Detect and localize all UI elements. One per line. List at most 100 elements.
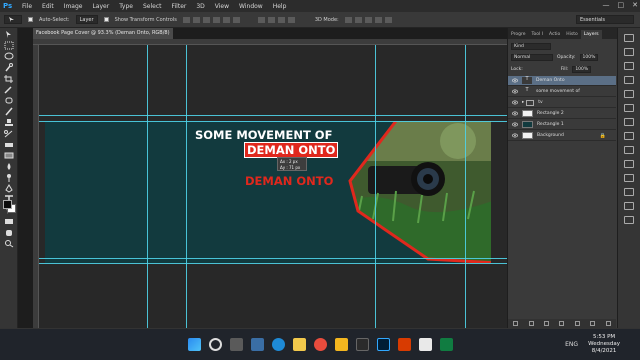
menu-file[interactable]: File: [17, 3, 37, 10]
horizontal-guide[interactable]: [39, 263, 507, 264]
brush-tool[interactable]: [3, 107, 15, 116]
layer-row[interactable]: Rectangle 2: [508, 109, 616, 119]
visibility-eye-icon[interactable]: [512, 122, 518, 127]
tab-layers[interactable]: Layers: [580, 30, 602, 39]
3d-slide-icon[interactable]: [374, 16, 382, 23]
layer-name[interactable]: some movement of: [536, 89, 580, 94]
align-top-icon[interactable]: [182, 16, 190, 23]
adjustment-layer-icon[interactable]: [559, 321, 565, 326]
app-icon[interactable]: [419, 338, 432, 351]
photoshop-taskbar-icon[interactable]: [377, 338, 390, 351]
layer-name[interactable]: Rectangle 2: [537, 111, 564, 116]
facebook-cover-canvas[interactable]: SOME MOVEMENT OF DEMAN ONTO Δx : 2 px Δy…: [45, 121, 491, 263]
menu-window[interactable]: Window: [234, 3, 268, 10]
eyedropper-tool[interactable]: [3, 85, 15, 94]
3d-roll-icon[interactable]: [354, 16, 362, 23]
visibility-eye-icon[interactable]: [512, 89, 518, 94]
app-icon[interactable]: [335, 338, 348, 351]
quick-select-tool[interactable]: [3, 63, 15, 72]
layer-row[interactable]: T some movement of: [508, 87, 616, 97]
menu-image[interactable]: Image: [59, 3, 88, 10]
layer-row[interactable]: Background 🔒: [508, 131, 616, 141]
tab-history[interactable]: Histo: [563, 30, 581, 39]
workspace-dropdown[interactable]: Essentials: [576, 15, 634, 24]
menu-edit[interactable]: Edit: [37, 3, 59, 10]
distribute-left-icon[interactable]: [287, 16, 295, 23]
blend-mode-dropdown[interactable]: Normal: [511, 54, 553, 61]
hand-tool[interactable]: [3, 228, 15, 237]
gradient-tool[interactable]: [3, 151, 15, 160]
distribute-bottom-icon[interactable]: [277, 16, 285, 23]
headline-text[interactable]: SOME MOVEMENT OF: [195, 128, 332, 142]
vertical-guide[interactable]: [147, 45, 148, 353]
add-mask-icon[interactable]: [544, 321, 550, 326]
align-bottom-icon[interactable]: [202, 16, 210, 23]
layer-row[interactable]: ▸ tv: [508, 98, 616, 108]
foreground-color-swatch[interactable]: [3, 200, 12, 209]
crop-tool[interactable]: [3, 74, 15, 83]
history-brush-tool[interactable]: [3, 129, 15, 138]
layer-name[interactable]: Rectangle 1: [537, 122, 564, 127]
brush-panel-icon[interactable]: [624, 132, 634, 140]
libraries-panel-icon[interactable]: [624, 202, 634, 210]
layer-name[interactable]: Background: [537, 133, 564, 138]
app-icon[interactable]: [356, 338, 369, 351]
link-layers-icon[interactable]: [513, 321, 519, 326]
opacity-input[interactable]: 100%: [579, 54, 599, 61]
visibility-eye-icon[interactable]: [512, 111, 518, 116]
pen-tool[interactable]: [3, 184, 15, 193]
file-explorer-icon[interactable]: [293, 338, 306, 351]
menu-select[interactable]: Select: [138, 3, 167, 10]
expand-arrow-icon[interactable]: ▸: [522, 100, 524, 105]
align-vcenter-icon[interactable]: [192, 16, 200, 23]
duplicate-text-preview[interactable]: DEMAN ONTO: [245, 174, 333, 188]
visibility-eye-icon[interactable]: [512, 100, 518, 105]
clone-stamp-tool[interactable]: [3, 118, 15, 127]
menu-layer[interactable]: Layer: [87, 3, 114, 10]
healing-brush-tool[interactable]: [3, 96, 15, 105]
powerpoint-icon[interactable]: [398, 338, 411, 351]
zoom-tool[interactable]: [3, 239, 15, 248]
horizontal-guide[interactable]: [39, 258, 507, 259]
distribute-top-icon[interactable]: [257, 16, 265, 23]
layer-comps-panel-icon[interactable]: [624, 216, 634, 224]
selected-text-layer[interactable]: DEMAN ONTO: [243, 142, 339, 158]
search-icon[interactable]: [209, 338, 222, 351]
canvas-area[interactable]: SOME MOVEMENT OF DEMAN ONTO Δx : 2 px Δy…: [39, 45, 507, 353]
language-indicator[interactable]: ENG: [565, 341, 578, 348]
horizontal-guide[interactable]: [39, 121, 507, 122]
maximize-button[interactable]: □: [618, 1, 625, 9]
align-left-icon[interactable]: [212, 16, 220, 23]
delete-layer-icon[interactable]: [605, 321, 611, 326]
layer-name[interactable]: Deman Onto: [536, 78, 565, 83]
shape-tool[interactable]: [3, 217, 15, 226]
menu-help[interactable]: Help: [268, 3, 292, 10]
edge-browser-icon[interactable]: [272, 338, 285, 351]
add-style-icon[interactable]: [528, 321, 534, 326]
eraser-tool[interactable]: [3, 140, 15, 149]
channels-panel-icon[interactable]: [624, 146, 634, 154]
3d-rotate-icon[interactable]: [344, 16, 352, 23]
marquee-tool[interactable]: [3, 41, 15, 50]
vertical-guide[interactable]: [186, 45, 187, 353]
dodge-tool[interactable]: [3, 173, 15, 182]
paragraph-panel-icon[interactable]: [624, 118, 634, 126]
vertical-guide[interactable]: [375, 45, 376, 353]
align-hcenter-icon[interactable]: [222, 16, 230, 23]
layer-filter-dropdown[interactable]: Kind: [511, 43, 551, 50]
lasso-tool[interactable]: [3, 52, 15, 61]
adjustments-panel-icon[interactable]: [624, 62, 634, 70]
tab-tool-presets[interactable]: Tool I: [529, 30, 547, 39]
menu-filter[interactable]: Filter: [167, 3, 192, 10]
show-transform-checkbox[interactable]: [103, 17, 109, 22]
styles-panel-icon[interactable]: [624, 76, 634, 84]
visibility-eye-icon[interactable]: [512, 133, 518, 138]
menu-view[interactable]: View: [210, 3, 234, 10]
tab-actions[interactable]: Actio: [546, 30, 563, 39]
auto-select-dropdown[interactable]: Layer: [75, 15, 98, 24]
fill-input[interactable]: 100%: [572, 66, 592, 73]
tab-progress[interactable]: Progre: [508, 30, 529, 39]
move-tool[interactable]: [3, 30, 15, 39]
minimize-button[interactable]: —: [603, 1, 610, 9]
properties-panel-icon[interactable]: [624, 90, 634, 98]
